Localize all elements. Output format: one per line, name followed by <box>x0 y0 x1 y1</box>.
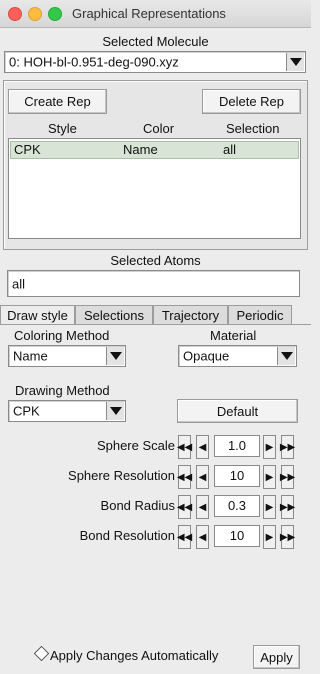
create-rep-button[interactable]: Create Rep <box>8 89 107 114</box>
sphere-scale-value[interactable]: 1.0 <box>214 435 260 457</box>
drawing-method-label: Drawing Method <box>15 383 110 398</box>
apply-automatically-radio[interactable] <box>33 645 50 662</box>
rep-row-style: CPK <box>14 142 41 157</box>
column-header-style: Style <box>48 121 77 136</box>
coloring-method-select[interactable]: Name <box>8 345 126 367</box>
bond-radius-label: Bond Radius <box>100 498 175 513</box>
fast-decrement-icon[interactable]: ◀◀ <box>177 465 192 489</box>
selected-molecule-heading: Selected Molecule <box>102 34 209 49</box>
default-button[interactable]: Default <box>177 399 298 423</box>
increment-icon[interactable]: ▶ <box>263 465 276 489</box>
title-bar: Graphical Representations <box>0 0 311 28</box>
column-header-selection: Selection <box>226 121 280 136</box>
bond-resolution-label: Bond Resolution <box>79 528 175 543</box>
molecule-select-value: 0: HOH-bl-0.951-deg-090.xyz <box>9 54 179 70</box>
decrement-icon[interactable]: ◀ <box>196 465 209 489</box>
chevron-down-icon[interactable] <box>106 402 124 420</box>
rep-row-selection: all <box>223 142 237 157</box>
coloring-method-label: Coloring Method <box>14 328 110 343</box>
material-value: Opaque <box>183 348 230 364</box>
molecule-select[interactable]: 0: HOH-bl-0.951-deg-090.xyz <box>4 51 306 73</box>
chevron-down-icon[interactable] <box>106 347 124 365</box>
sphere-resolution-label: Sphere Resolution <box>68 468 175 483</box>
rep-row-color: Name <box>123 142 158 157</box>
tab-bar: Draw style Selections Trajectory Periodi… <box>0 305 311 325</box>
reps-list[interactable]: CPK Name all <box>8 138 301 239</box>
tab-trajectory[interactable]: Trajectory <box>153 305 228 324</box>
chevron-down-icon[interactable] <box>277 347 295 365</box>
sphere-resolution-row: Sphere Resolution ◀◀ ◀ 10 ▶ ▶▶ <box>0 465 311 489</box>
zoom-window-button[interactable] <box>48 7 62 21</box>
sphere-scale-label: Sphere Scale <box>96 438 175 453</box>
tab-divider <box>0 324 311 325</box>
fast-decrement-icon[interactable]: ◀◀ <box>177 435 192 459</box>
selected-atoms-input[interactable]: all <box>7 270 300 297</box>
fast-increment-icon[interactable]: ▶▶ <box>280 495 295 519</box>
window-title: Graphical Representations <box>72 6 226 21</box>
fast-decrement-icon[interactable]: ◀◀ <box>177 525 192 549</box>
increment-icon[interactable]: ▶ <box>263 435 276 459</box>
drawing-method-value: CPK <box>13 403 40 419</box>
fast-decrement-icon[interactable]: ◀◀ <box>177 495 192 519</box>
increment-icon[interactable]: ▶ <box>263 495 276 519</box>
close-window-button[interactable] <box>8 7 22 21</box>
tab-draw-style[interactable]: Draw style <box>0 305 75 325</box>
increment-icon[interactable]: ▶ <box>263 525 276 549</box>
fast-increment-icon[interactable]: ▶▶ <box>280 435 295 459</box>
tab-selections[interactable]: Selections <box>75 305 153 324</box>
minimize-window-button[interactable] <box>28 7 42 21</box>
sphere-scale-row: Sphere Scale ◀◀ ◀ 1.0 ▶ ▶▶ <box>0 435 311 459</box>
decrement-icon[interactable]: ◀ <box>196 495 209 519</box>
apply-automatically-label: Apply Changes Automatically <box>50 648 219 663</box>
column-header-color: Color <box>143 121 175 136</box>
material-label: Material <box>210 328 257 343</box>
bond-radius-value[interactable]: 0.3 <box>214 495 260 517</box>
material-select[interactable]: Opaque <box>178 345 297 367</box>
drawing-method-select[interactable]: CPK <box>8 400 126 422</box>
rep-row[interactable]: CPK Name all <box>10 141 299 159</box>
bond-resolution-row: Bond Resolution ◀◀ ◀ 10 ▶ ▶▶ <box>0 525 311 549</box>
fast-increment-icon[interactable]: ▶▶ <box>280 465 295 489</box>
decrement-icon[interactable]: ◀ <box>196 435 209 459</box>
apply-button[interactable]: Apply <box>253 645 300 669</box>
tab-periodic[interactable]: Periodic <box>228 305 292 324</box>
chevron-down-icon[interactable] <box>286 53 304 71</box>
coloring-method-value: Name <box>13 348 48 364</box>
bond-resolution-value[interactable]: 10 <box>214 525 260 547</box>
delete-rep-button[interactable]: Delete Rep <box>202 89 301 114</box>
decrement-icon[interactable]: ◀ <box>196 525 209 549</box>
selected-atoms-heading: Selected Atoms <box>110 253 201 268</box>
sphere-resolution-value[interactable]: 10 <box>214 465 260 487</box>
fast-increment-icon[interactable]: ▶▶ <box>280 525 295 549</box>
bond-radius-row: Bond Radius ◀◀ ◀ 0.3 ▶ ▶▶ <box>0 495 311 519</box>
selected-atoms-value: all <box>12 276 26 291</box>
